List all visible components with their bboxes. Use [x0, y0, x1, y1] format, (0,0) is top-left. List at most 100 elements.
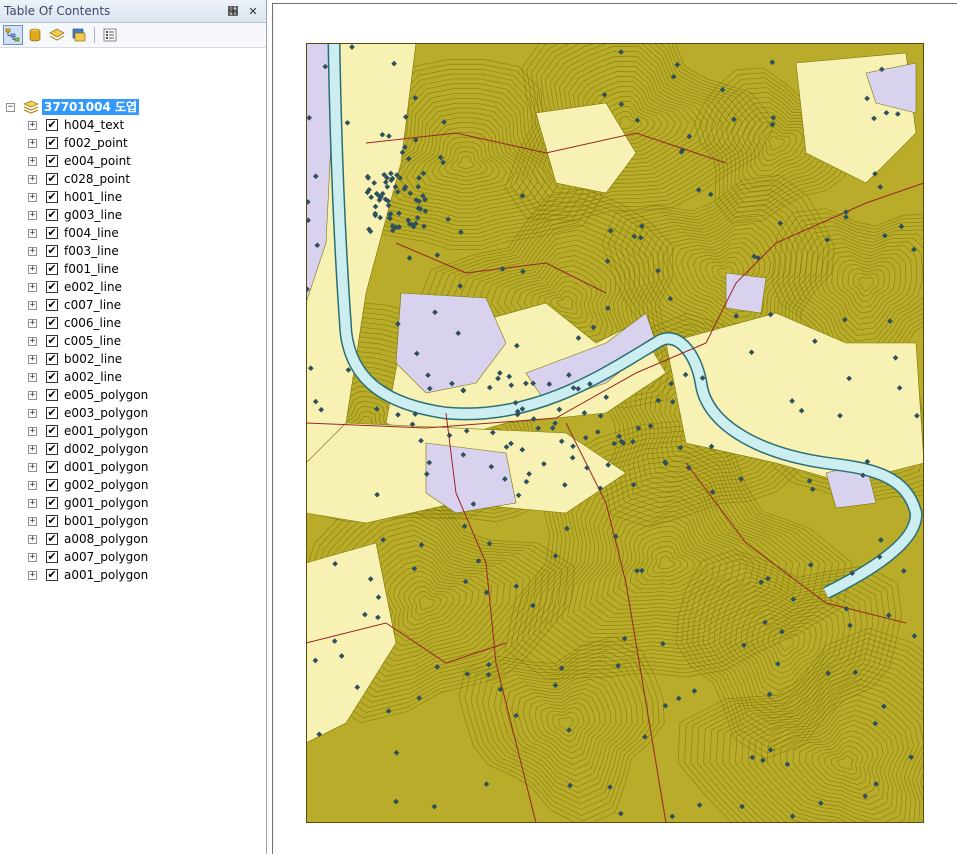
layer-item-f002_point[interactable]: + ✔ f002_point — [28, 134, 128, 152]
layer-name[interactable]: f004_line — [64, 226, 119, 240]
data-frame-label[interactable]: 37701004 도엽 — [42, 99, 140, 115]
layer-visibility-checkbox[interactable]: ✔ — [46, 209, 58, 221]
layer-name[interactable]: e002_line — [64, 280, 122, 294]
expand-toggle[interactable]: + — [28, 462, 37, 472]
layer-item-e002_line[interactable]: + ✔ e002_line — [28, 278, 122, 296]
list-by-drawing-order-button[interactable] — [3, 25, 23, 45]
layer-item-e005_polygon[interactable]: + ✔ e005_polygon — [28, 386, 148, 404]
layer-item-c005_line[interactable]: + ✔ c005_line — [28, 332, 121, 350]
layer-name[interactable]: g001_polygon — [64, 496, 148, 510]
layer-name[interactable]: e005_polygon — [64, 388, 148, 402]
expand-toggle[interactable]: + — [28, 498, 37, 508]
list-by-source-button[interactable] — [25, 25, 45, 45]
expand-toggle[interactable]: + — [28, 444, 37, 454]
layer-item-g001_polygon[interactable]: + ✔ g001_polygon — [28, 494, 148, 512]
layer-item-e004_point[interactable]: + ✔ e004_point — [28, 152, 131, 170]
layer-name[interactable]: f003_line — [64, 244, 119, 258]
expand-toggle[interactable]: + — [28, 552, 37, 562]
layer-name[interactable]: d002_polygon — [64, 442, 148, 456]
layer-item-e001_polygon[interactable]: + ✔ e001_polygon — [28, 422, 148, 440]
layer-visibility-checkbox[interactable]: ✔ — [46, 119, 58, 131]
expand-toggle[interactable]: + — [28, 354, 37, 364]
layer-item-f004_line[interactable]: + ✔ f004_line — [28, 224, 119, 242]
options-button[interactable] — [100, 25, 120, 45]
expand-toggle[interactable]: + — [28, 408, 37, 418]
layer-visibility-checkbox[interactable]: ✔ — [46, 353, 58, 365]
expand-toggle[interactable]: + — [28, 480, 37, 490]
expand-toggle[interactable]: + — [28, 264, 37, 274]
layer-visibility-checkbox[interactable]: ✔ — [46, 533, 58, 545]
layer-name[interactable]: h004_text — [64, 118, 124, 132]
layer-visibility-checkbox[interactable]: ✔ — [46, 443, 58, 455]
close-icon[interactable]: ✕ — [246, 5, 260, 18]
pin-icon[interactable]: ՘ — [226, 5, 240, 18]
expand-toggle[interactable]: + — [28, 210, 37, 220]
layer-name[interactable]: c007_line — [64, 298, 121, 312]
layer-item-c028_point[interactable]: + ✔ c028_point — [28, 170, 130, 188]
layer-visibility-checkbox[interactable]: ✔ — [46, 245, 58, 257]
layer-visibility-checkbox[interactable]: ✔ — [46, 155, 58, 167]
expand-toggle[interactable]: + — [28, 246, 37, 256]
layer-name[interactable]: d001_polygon — [64, 460, 148, 474]
layer-name[interactable]: e003_polygon — [64, 406, 148, 420]
list-by-selection-button[interactable] — [69, 25, 89, 45]
layer-visibility-checkbox[interactable]: ✔ — [46, 461, 58, 473]
layer-name[interactable]: e001_polygon — [64, 424, 148, 438]
layer-item-d002_polygon[interactable]: + ✔ d002_polygon — [28, 440, 148, 458]
expand-toggle[interactable]: + — [28, 192, 37, 202]
expand-toggle[interactable]: + — [28, 534, 37, 544]
expand-toggle[interactable]: + — [28, 318, 37, 328]
expand-toggle[interactable]: + — [28, 174, 37, 184]
layer-visibility-checkbox[interactable]: ✔ — [46, 389, 58, 401]
expand-toggle[interactable]: + — [28, 228, 37, 238]
list-by-visibility-button[interactable] — [47, 25, 67, 45]
layer-item-b002_line[interactable]: + ✔ b002_line — [28, 350, 122, 368]
layer-item-h004_text[interactable]: + ✔ h004_text — [28, 116, 124, 134]
layer-item-f001_line[interactable]: + ✔ f001_line — [28, 260, 119, 278]
layer-item-e003_polygon[interactable]: + ✔ e003_polygon — [28, 404, 148, 422]
layer-name[interactable]: a008_polygon — [64, 532, 148, 546]
layer-item-f003_line[interactable]: + ✔ f003_line — [28, 242, 119, 260]
layer-visibility-checkbox[interactable]: ✔ — [46, 299, 58, 311]
expand-toggle[interactable]: + — [28, 300, 37, 310]
layer-name[interactable]: f001_line — [64, 262, 119, 276]
expand-toggle[interactable]: + — [28, 570, 37, 580]
layer-visibility-checkbox[interactable]: ✔ — [46, 173, 58, 185]
layer-visibility-checkbox[interactable]: ✔ — [46, 137, 58, 149]
layer-name[interactable]: a007_polygon — [64, 550, 148, 564]
layer-name[interactable]: c028_point — [64, 172, 130, 186]
data-frame-node[interactable]: − 37701004 도엽 — [6, 98, 140, 116]
expand-toggle[interactable]: + — [28, 336, 37, 346]
layer-visibility-checkbox[interactable]: ✔ — [46, 371, 58, 383]
expand-toggle[interactable]: + — [28, 120, 37, 130]
collapse-toggle[interactable]: − — [6, 102, 15, 112]
layer-item-g002_polygon[interactable]: + ✔ g002_polygon — [28, 476, 148, 494]
layer-item-a002_line[interactable]: + ✔ a002_line — [28, 368, 122, 386]
layer-visibility-checkbox[interactable]: ✔ — [46, 281, 58, 293]
layer-visibility-checkbox[interactable]: ✔ — [46, 335, 58, 347]
layer-visibility-checkbox[interactable]: ✔ — [46, 407, 58, 419]
layer-item-a007_polygon[interactable]: + ✔ a007_polygon — [28, 548, 148, 566]
layer-visibility-checkbox[interactable]: ✔ — [46, 497, 58, 509]
layer-name[interactable]: g003_line — [64, 208, 122, 222]
map-display[interactable] — [306, 43, 924, 823]
expand-toggle[interactable]: + — [28, 138, 37, 148]
layer-visibility-checkbox[interactable]: ✔ — [46, 551, 58, 563]
layer-visibility-checkbox[interactable]: ✔ — [46, 263, 58, 275]
layer-name[interactable]: c006_line — [64, 316, 121, 330]
layer-item-c006_line[interactable]: + ✔ c006_line — [28, 314, 121, 332]
layer-visibility-checkbox[interactable]: ✔ — [46, 191, 58, 203]
layer-name[interactable]: h001_line — [64, 190, 122, 204]
layer-visibility-checkbox[interactable]: ✔ — [46, 569, 58, 581]
layer-item-b001_polygon[interactable]: + ✔ b001_polygon — [28, 512, 148, 530]
expand-toggle[interactable]: + — [28, 282, 37, 292]
layer-item-c007_line[interactable]: + ✔ c007_line — [28, 296, 121, 314]
expand-toggle[interactable]: + — [28, 426, 37, 436]
expand-toggle[interactable]: + — [28, 516, 37, 526]
layer-name[interactable]: a001_polygon — [64, 568, 148, 582]
expand-toggle[interactable]: + — [28, 156, 37, 166]
layer-name[interactable]: b001_polygon — [64, 514, 148, 528]
layer-name[interactable]: b002_line — [64, 352, 122, 366]
layer-name[interactable]: e004_point — [64, 154, 131, 168]
layer-name[interactable]: f002_point — [64, 136, 128, 150]
